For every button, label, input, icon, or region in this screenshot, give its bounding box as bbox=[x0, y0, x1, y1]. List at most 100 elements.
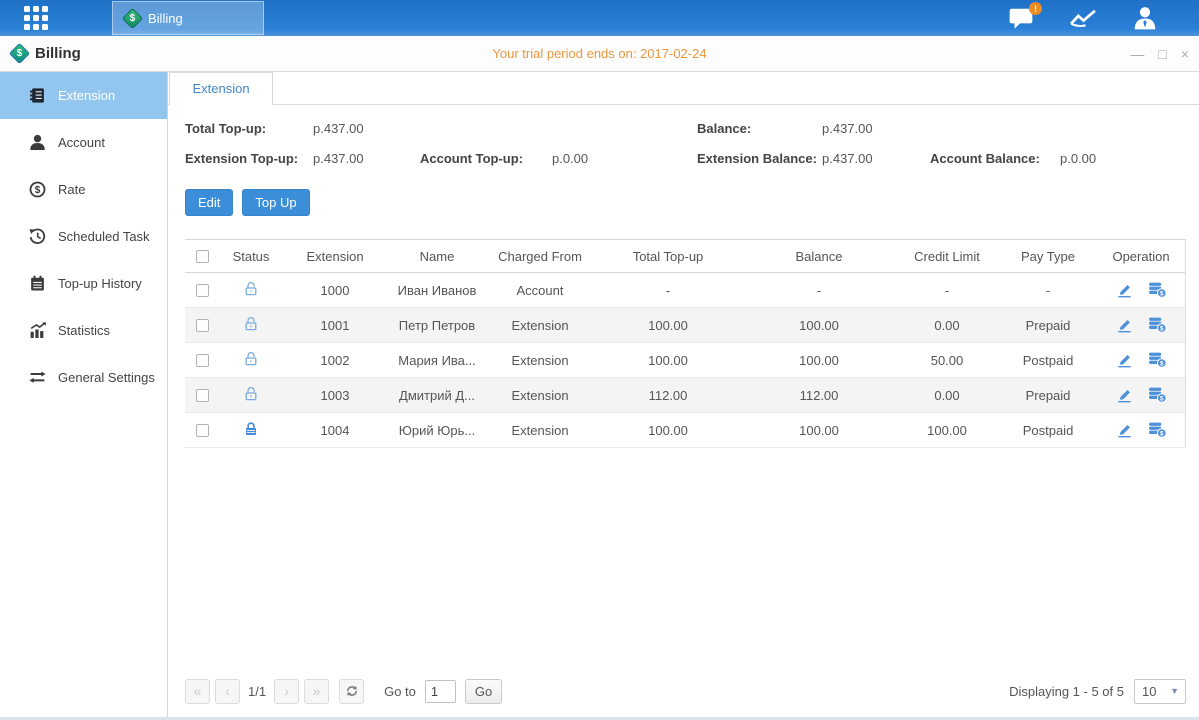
lock-open-icon bbox=[243, 351, 259, 367]
cell-balance: - bbox=[743, 283, 895, 298]
row-checkbox[interactable] bbox=[196, 389, 209, 402]
cell-pay-type: Prepaid bbox=[999, 388, 1097, 403]
col-name: Name bbox=[387, 249, 487, 264]
next-page-button[interactable]: › bbox=[274, 679, 299, 704]
sidebar-item-statistics[interactable]: Statistics bbox=[0, 307, 167, 354]
user-account-button[interactable] bbox=[1131, 5, 1159, 31]
table-row[interactable]: 1004 Юрий Юрь... Extension 100.00 100.00… bbox=[185, 413, 1185, 448]
last-page-button[interactable]: » bbox=[304, 679, 329, 704]
svg-text:$: $ bbox=[1160, 325, 1164, 332]
col-operation: Operation bbox=[1097, 249, 1185, 264]
total-topup-label: Total Top-up: bbox=[185, 121, 313, 136]
app-tab-billing[interactable]: $ Billing bbox=[112, 1, 264, 35]
sidebar-item-rate[interactable]: $ Rate bbox=[0, 166, 167, 213]
edit-row-icon[interactable] bbox=[1116, 353, 1133, 368]
topup-button[interactable]: Top Up bbox=[242, 189, 309, 216]
sidebar-item-label: General Settings bbox=[58, 370, 155, 385]
goto-page-input[interactable] bbox=[425, 680, 456, 703]
topup-row-icon[interactable]: $ bbox=[1148, 282, 1167, 298]
pagination-bar: « ‹ 1/1 › » Go to Go Displaying 1 bbox=[168, 671, 1199, 717]
notification-badge: ! bbox=[1029, 2, 1042, 15]
sidebar-item-account[interactable]: Account bbox=[0, 119, 167, 166]
lock-open-icon bbox=[243, 281, 259, 297]
table-row[interactable]: 1002 Мария Ива... Extension 100.00 100.0… bbox=[185, 343, 1185, 378]
sidebar-item-topup-history[interactable]: Top-up History bbox=[0, 260, 167, 307]
minimize-button[interactable]: — bbox=[1130, 47, 1144, 61]
row-checkbox[interactable] bbox=[196, 319, 209, 332]
sidebar-item-general-settings[interactable]: General Settings bbox=[0, 354, 167, 401]
row-checkbox[interactable] bbox=[196, 354, 209, 367]
edit-button[interactable]: Edit bbox=[185, 189, 233, 216]
topup-row-icon[interactable]: $ bbox=[1148, 422, 1167, 438]
edit-row-icon[interactable] bbox=[1116, 318, 1133, 333]
account-balance-label: Account Balance: bbox=[930, 151, 1060, 166]
sliders-arrows-icon bbox=[29, 369, 46, 386]
cell-credit-limit: - bbox=[895, 283, 999, 298]
billing-app-window: $ Billing ! bbox=[0, 0, 1199, 720]
main-content: Extension Total Top-up: p.437.00 Balance… bbox=[168, 72, 1199, 717]
refresh-button[interactable] bbox=[339, 679, 364, 704]
sidebar-item-label: Scheduled Task bbox=[58, 229, 150, 244]
apps-grid-icon bbox=[24, 6, 48, 30]
cell-charged-from: Extension bbox=[487, 353, 593, 368]
sidebar-item-scheduled-task[interactable]: Scheduled Task bbox=[0, 213, 167, 260]
cell-total-topup: 100.00 bbox=[593, 318, 743, 333]
balance-label: Balance: bbox=[697, 121, 822, 136]
svg-text:$: $ bbox=[1160, 360, 1164, 367]
billing-dollar-diamond-icon: $ bbox=[122, 7, 143, 28]
edit-row-icon[interactable] bbox=[1116, 423, 1133, 438]
extension-topup-label: Extension Top-up: bbox=[185, 151, 313, 166]
cell-balance: 100.00 bbox=[743, 423, 895, 438]
person-icon bbox=[29, 134, 46, 151]
edit-row-icon[interactable] bbox=[1116, 283, 1133, 298]
line-chart-icon bbox=[1069, 7, 1097, 30]
notifications-button[interactable]: ! bbox=[1007, 5, 1035, 31]
sidebar-item-label: Extension bbox=[58, 88, 115, 103]
lock-open-icon bbox=[243, 386, 259, 402]
edit-row-icon[interactable] bbox=[1116, 388, 1133, 403]
maximize-button[interactable]: □ bbox=[1158, 47, 1166, 61]
first-page-button[interactable]: « bbox=[185, 679, 210, 704]
topup-row-icon[interactable]: $ bbox=[1148, 352, 1167, 368]
history-clock-icon bbox=[29, 228, 46, 245]
tab-extension[interactable]: Extension bbox=[169, 72, 273, 105]
topup-row-icon[interactable]: $ bbox=[1148, 317, 1167, 333]
close-button[interactable]: × bbox=[1181, 47, 1189, 61]
table-row[interactable]: 1000 Иван Иванов Account - - - - $ bbox=[185, 273, 1185, 308]
col-charged-from: Charged From bbox=[487, 249, 593, 264]
goto-label: Go to bbox=[384, 684, 416, 699]
action-buttons: Edit Top Up bbox=[168, 181, 1199, 216]
window-title: Billing bbox=[35, 45, 81, 62]
col-status: Status bbox=[219, 249, 283, 264]
account-topup-label: Account Top-up: bbox=[420, 151, 552, 166]
topup-row-icon[interactable]: $ bbox=[1148, 387, 1167, 403]
table-row[interactable]: 1003 Дмитрий Д... Extension 112.00 112.0… bbox=[185, 378, 1185, 413]
cell-extension: 1004 bbox=[283, 423, 387, 438]
extension-balance-value: p.437.00 bbox=[822, 151, 930, 166]
cell-credit-limit: 100.00 bbox=[895, 423, 999, 438]
cell-pay-type: Postpaid bbox=[999, 423, 1097, 438]
go-button[interactable]: Go bbox=[465, 679, 502, 704]
account-balance-value: p.0.00 bbox=[1060, 151, 1096, 166]
sidebar-item-extension[interactable]: Extension bbox=[0, 72, 167, 119]
select-all-checkbox[interactable] bbox=[196, 250, 209, 263]
col-credit-limit: Credit Limit bbox=[895, 249, 999, 264]
row-checkbox[interactable] bbox=[196, 284, 209, 297]
table-row[interactable]: 1001 Петр Петров Extension 100.00 100.00… bbox=[185, 308, 1185, 343]
notepad-icon bbox=[29, 275, 46, 292]
extension-balance-label: Extension Balance: bbox=[697, 151, 822, 166]
cell-name: Иван Иванов bbox=[387, 283, 487, 298]
app-tab-label: Billing bbox=[148, 11, 183, 26]
cell-charged-from: Extension bbox=[487, 388, 593, 403]
svg-text:$: $ bbox=[1160, 290, 1164, 297]
resource-monitor-button[interactable] bbox=[1069, 5, 1097, 31]
prev-page-button[interactable]: ‹ bbox=[215, 679, 240, 704]
lock-closed-icon bbox=[243, 421, 259, 437]
apps-grid-button[interactable] bbox=[0, 0, 72, 36]
page-size-select[interactable]: 10 ▼ bbox=[1134, 679, 1186, 704]
cell-name: Дмитрий Д... bbox=[387, 388, 487, 403]
cell-total-topup: - bbox=[593, 283, 743, 298]
col-balance: Balance bbox=[743, 249, 895, 264]
row-checkbox[interactable] bbox=[196, 424, 209, 437]
cell-pay-type: Prepaid bbox=[999, 318, 1097, 333]
